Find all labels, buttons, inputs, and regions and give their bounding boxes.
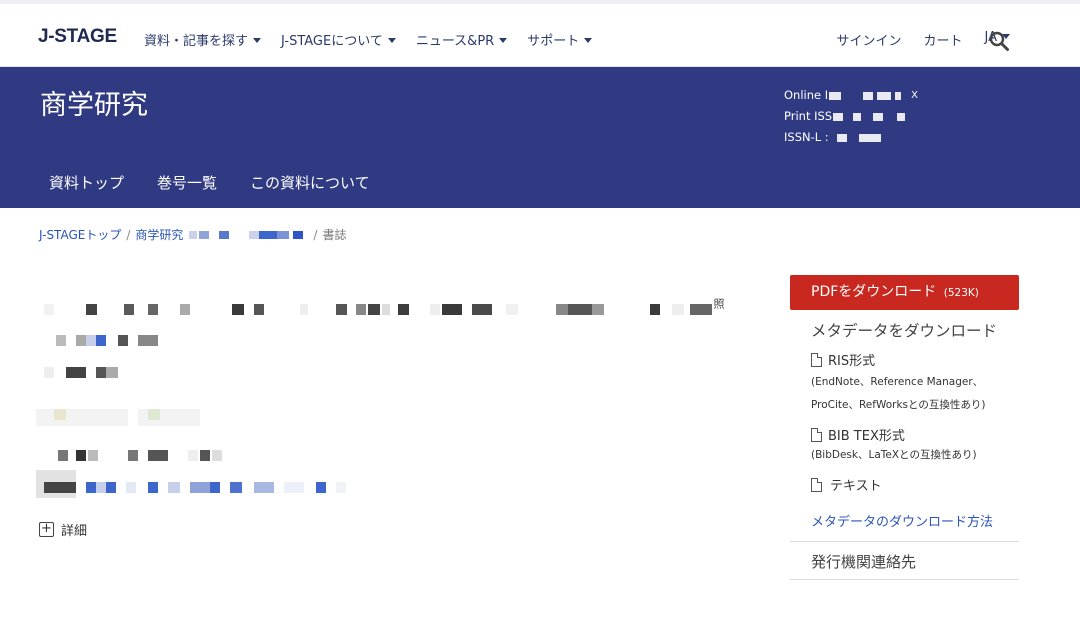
redacted-value [895, 91, 902, 100]
cart-link[interactable]: カート [923, 30, 962, 49]
ris-compat-note: (EndNote、Reference Manager、 [811, 376, 984, 388]
breadcrumb: J-STAGEトップ / 商学研究 / 書誌 [39, 226, 346, 243]
pdf-download-button[interactable]: PDFをダウンロード (523K) [790, 275, 1019, 310]
divider [790, 579, 1019, 580]
top-navigation: J-STAGE 資料・記事を探す J-STAGEについて ニュース&PR サポー… [0, 0, 1080, 67]
redacted-value [199, 230, 210, 239]
redacted-value [249, 230, 260, 239]
divider [790, 541, 1019, 542]
text-download-link[interactable]: テキスト [811, 475, 882, 494]
print-issn-label: Print ISS [784, 109, 833, 123]
pdf-download-label: PDFをダウンロード [811, 284, 937, 300]
title-trailing-char: 照 [712, 298, 725, 309]
file-icon [811, 427, 822, 442]
file-icon [811, 477, 822, 492]
file-icon [811, 352, 822, 367]
pdf-size: (523K) [943, 287, 979, 299]
journal-title: 商学研究 [40, 90, 148, 121]
caret-down-icon [387, 38, 396, 43]
redacted-value [293, 230, 304, 239]
breadcrumb-separator: / [313, 227, 318, 242]
signin-link[interactable]: サインイン [836, 30, 901, 49]
user-menu: サインイン カート JA [814, 30, 1010, 49]
menu-label: ニュース&PR [415, 34, 495, 49]
caret-down-icon [253, 38, 262, 43]
ris-compat-note: ProCite、RefWorksとの互換性あり) [811, 399, 986, 411]
journal-subnav: 資料トップ 巻号一覧 この資料について [49, 172, 403, 193]
bibtex-compat-note: (BibDesk、LaTeXとの互換性あり) [811, 449, 977, 461]
online-issn-label: Online I [784, 88, 829, 102]
tab-issue-list[interactable]: 巻号一覧 [157, 172, 217, 193]
breadcrumb-journal[interactable]: 商学研究 [135, 226, 183, 243]
publisher-contact-link[interactable]: 発行機関連絡先 [811, 551, 916, 572]
redacted-value [219, 230, 230, 239]
redacted-value [853, 112, 862, 121]
text-label: テキスト [830, 479, 882, 494]
bibtex-download-link[interactable]: BIB TEX形式 [811, 425, 905, 444]
caret-down-icon [584, 38, 593, 43]
tab-about-journal[interactable]: この資料について [250, 172, 370, 193]
redacted-value [858, 133, 881, 142]
redacted-value [836, 133, 847, 142]
ris-label: RIS形式 [828, 354, 876, 369]
menu-news-pr[interactable]: ニュース&PR [415, 30, 508, 49]
redacted-value [863, 91, 874, 100]
bibtex-label: BIB TEX形式 [828, 429, 905, 444]
online-issn: Online I X [784, 85, 918, 106]
journal-banner: 商学研究 Online I X Print ISS ISSN-L : 資料トップ… [0, 67, 1080, 208]
metadata-howto-link[interactable]: メタデータのダウンロード方法 [811, 511, 993, 530]
redacted-value [897, 112, 906, 121]
breadcrumb-current: 書誌 [322, 228, 347, 242]
issn-l: ISSN-L : [784, 127, 918, 148]
plus-box-icon: + [39, 522, 54, 537]
menu-search-articles[interactable]: 資料・記事を探す [144, 30, 262, 49]
main-menu: 資料・記事を探す J-STAGEについて ニュース&PR サポート [144, 30, 612, 49]
redacted-value [189, 230, 198, 239]
online-issn-tail: X [911, 90, 919, 101]
issn-info: Online I X Print ISS ISSN-L : [784, 85, 918, 148]
menu-support[interactable]: サポート [527, 30, 593, 49]
issn-l-label: ISSN-L : [784, 130, 829, 144]
redacted-value [829, 91, 842, 100]
menu-about-jstage[interactable]: J-STAGEについて [281, 30, 396, 49]
ris-download-link[interactable]: RIS形式 [811, 350, 875, 369]
caret-down-icon [499, 38, 508, 43]
details-toggle[interactable]: + 詳細 [39, 520, 87, 539]
menu-label: J-STAGEについて [281, 34, 383, 49]
metadata-download-heading: メタデータをダウンロード [811, 322, 998, 340]
redacted-value [259, 230, 278, 239]
print-issn: Print ISS [784, 106, 918, 127]
jstage-logo[interactable]: J-STAGE [38, 26, 117, 48]
breadcrumb-separator: / [126, 227, 131, 242]
redacted-value [877, 91, 892, 100]
breadcrumb-home[interactable]: J-STAGEトップ [39, 226, 121, 243]
menu-label: サポート [527, 34, 580, 49]
search-icon[interactable] [988, 30, 1010, 52]
redacted-value [833, 112, 844, 121]
redacted-value [873, 112, 884, 121]
details-label: 詳細 [61, 524, 88, 539]
tab-journal-top[interactable]: 資料トップ [49, 172, 124, 193]
menu-label: 資料・記事を探す [144, 34, 249, 49]
redacted-value [277, 230, 290, 239]
